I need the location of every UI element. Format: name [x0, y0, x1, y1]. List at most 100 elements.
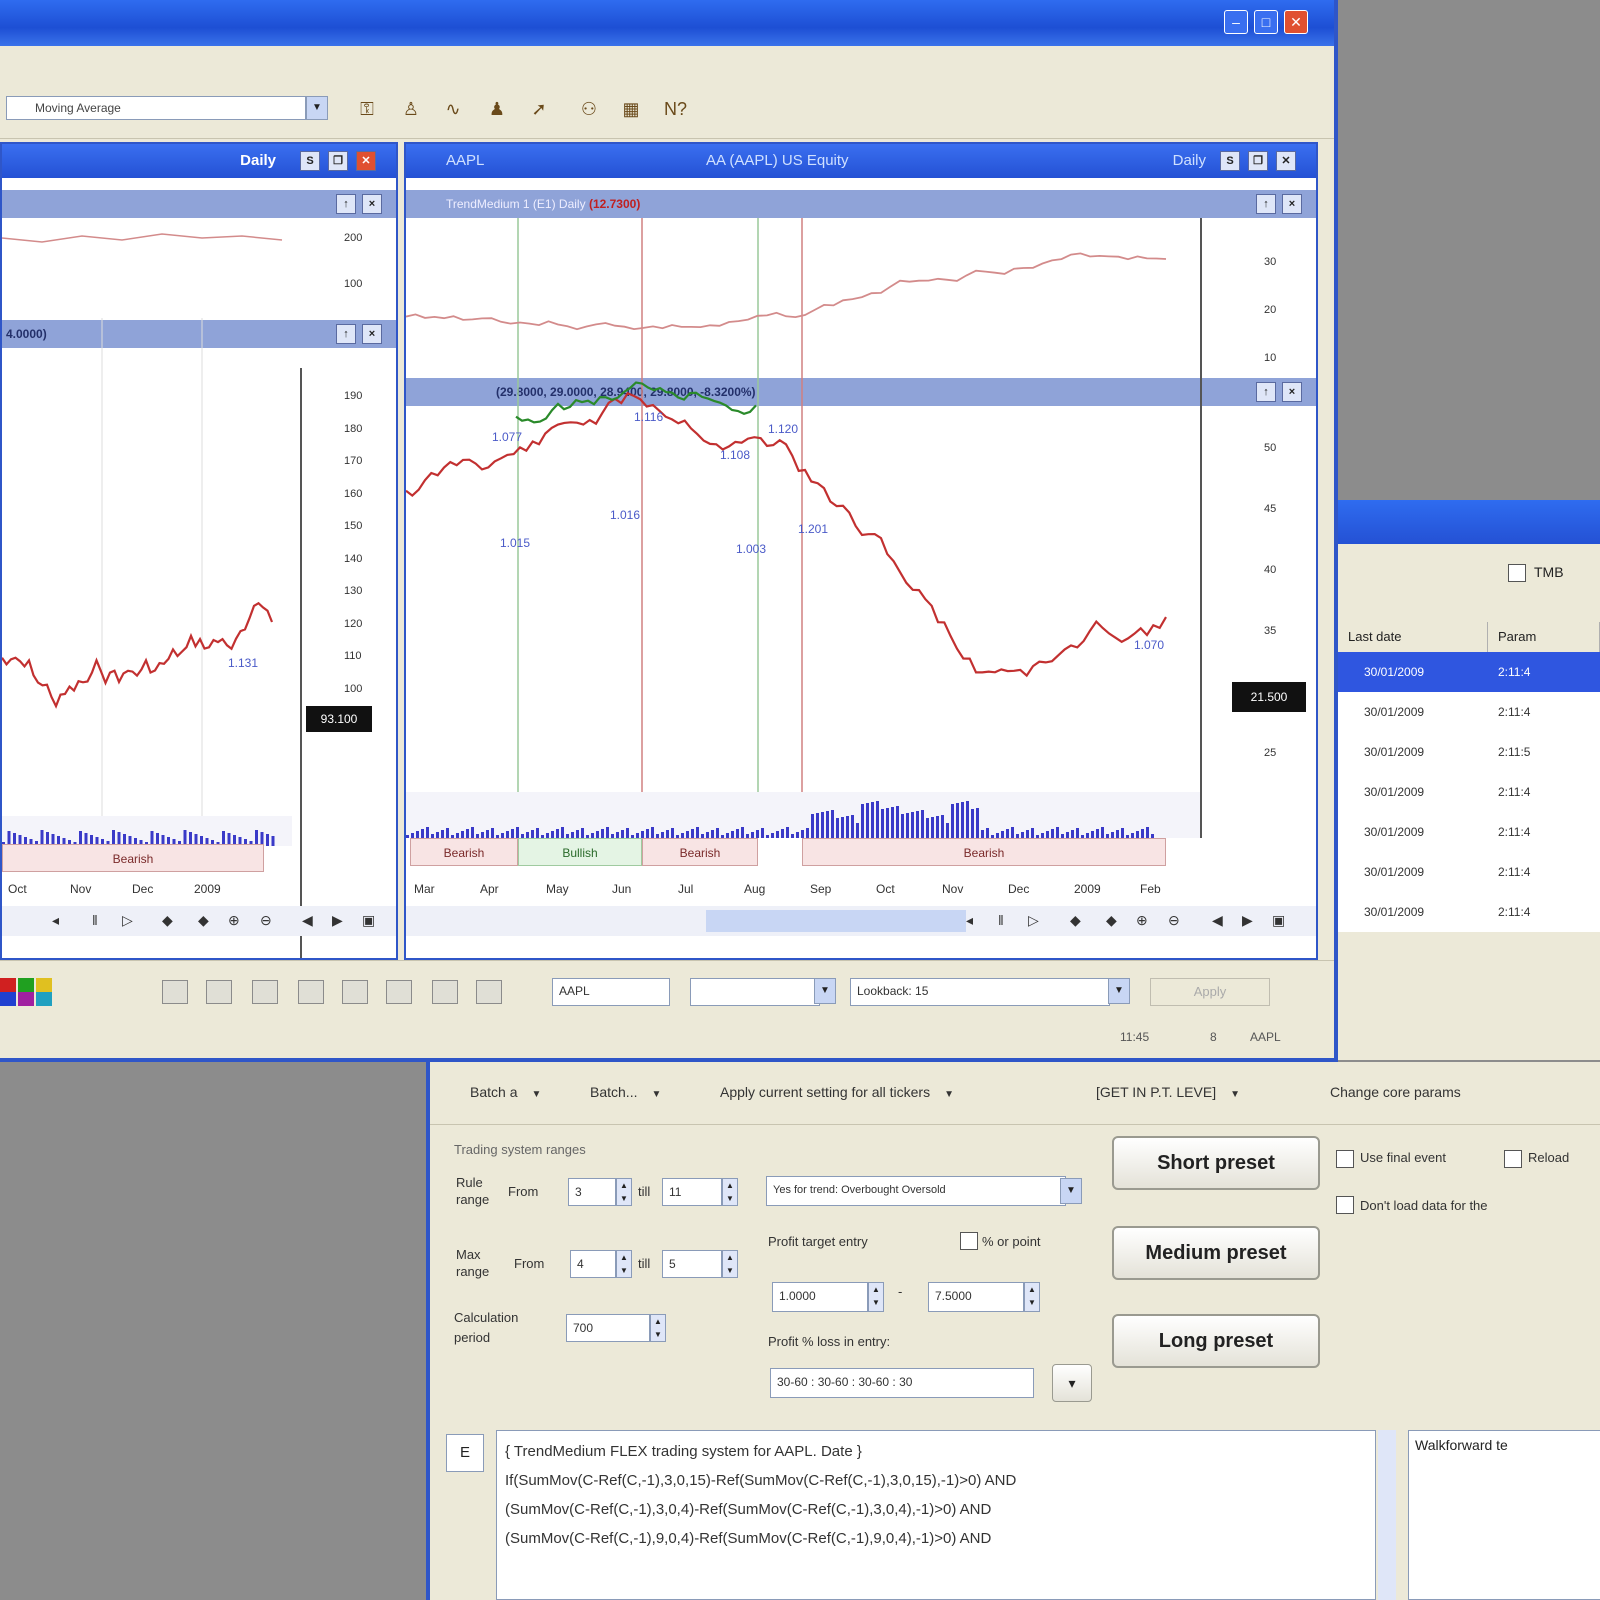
indicator-select[interactable]: Moving Average — [6, 96, 306, 120]
collapse-icon[interactable]: ↑ — [336, 194, 356, 214]
left-chart-title[interactable]: Daily S ❐ ✕ — [2, 144, 396, 178]
collapse-icon[interactable]: ↑ — [336, 324, 356, 344]
system-code-editor[interactable]: { TrendMedium FLEX trading system for AA… — [496, 1430, 1376, 1600]
table-row[interactable]: 30/01/2009 2:11:4 — [1338, 652, 1600, 692]
layout-3-icon[interactable] — [252, 980, 278, 1004]
layout-4-icon[interactable] — [298, 980, 324, 1004]
spin-icon[interactable]: ▲ ▼ — [616, 1178, 632, 1206]
final-event-checkbox[interactable] — [1336, 1150, 1354, 1168]
apply-button[interactable]: Apply — [1150, 978, 1270, 1006]
method-select[interactable]: Yes for trend: Overbought Oversold — [766, 1176, 1066, 1206]
max-till-input[interactable]: 5 — [662, 1250, 722, 1278]
nav-right-icon[interactable]: ◆ — [198, 912, 209, 929]
fit-icon[interactable]: ▣ — [1272, 912, 1285, 929]
settings-icon[interactable]: S — [1220, 151, 1240, 171]
close-icon[interactable]: ✕ — [356, 151, 376, 171]
close-icon[interactable]: × — [362, 324, 382, 344]
minimize-icon[interactable]: – — [1224, 10, 1248, 34]
timeframe-select[interactable] — [690, 978, 820, 1006]
zoom-out-icon[interactable]: ⊖ — [260, 912, 272, 929]
right-chart-title[interactable]: AAPL AA (AAPL) US Equity Daily S ❐ ✕ — [406, 144, 1316, 178]
rule-till-input[interactable]: 11 — [662, 1178, 722, 1206]
settings-icon[interactable]: S — [300, 151, 320, 171]
menu-item[interactable]: Batch a ▼ — [470, 1084, 541, 1100]
help-icon[interactable]: N? — [664, 98, 687, 120]
table-row[interactable]: 30/01/2009 2:11:4 — [1338, 772, 1600, 812]
spin-icon[interactable]: ▲ ▼ — [1024, 1282, 1040, 1312]
layout-1-icon[interactable] — [162, 980, 188, 1004]
restore-icon[interactable]: ❐ — [328, 151, 348, 171]
collapse-icon[interactable]: ↑ — [1256, 194, 1276, 214]
profit-loss-input[interactable]: 30-60 : 30-60 : 30-60 : 30 — [770, 1368, 1034, 1398]
zoom-out-icon[interactable]: ⊖ — [1168, 912, 1180, 929]
calendar-icon[interactable]: ▦ — [620, 98, 642, 120]
scroll-right-icon[interactable]: ▶ — [1242, 912, 1253, 929]
person-icon[interactable]: ♙ — [400, 98, 422, 120]
color-palette-icon[interactable] — [0, 978, 70, 1006]
tmb-checkbox[interactable] — [1508, 564, 1526, 582]
table-row[interactable]: 30/01/2009 2:11:4 — [1338, 892, 1600, 932]
window-titlebar[interactable]: – □ ✕ — [0, 0, 1334, 46]
chevron-down-icon[interactable]: ▾ — [1052, 1364, 1092, 1402]
nav-first-icon[interactable]: ◂ — [52, 912, 59, 929]
close-icon[interactable]: ✕ — [1276, 151, 1296, 171]
layout-8-icon[interactable] — [476, 980, 502, 1004]
nav-prev-icon[interactable]: ‖ — [92, 912, 98, 928]
table-row[interactable]: 30/01/2009 2:11:4 — [1338, 852, 1600, 892]
long-preset-button[interactable]: Long preset — [1112, 1314, 1320, 1368]
spin-icon[interactable]: ▲ ▼ — [616, 1250, 632, 1278]
draw-line-icon[interactable]: ∿ — [442, 98, 464, 120]
zoom-in-icon[interactable]: ⊕ — [1136, 912, 1148, 929]
layout-5-icon[interactable] — [342, 980, 368, 1004]
layout-2-icon[interactable] — [206, 980, 232, 1004]
fit-icon[interactable]: ▣ — [362, 912, 375, 929]
spin-icon[interactable]: ▲ ▼ — [722, 1250, 738, 1278]
short-preset-button[interactable]: Short preset — [1112, 1136, 1320, 1190]
close-icon[interactable]: × — [362, 194, 382, 214]
close-icon[interactable]: × — [1282, 194, 1302, 214]
nav-right-icon[interactable]: ◆ — [1106, 912, 1117, 929]
scroll-left-icon[interactable]: ◀ — [302, 912, 313, 929]
nav-first-icon[interactable]: ◂ — [966, 912, 973, 929]
profit-target-2-input[interactable]: 7.5000 — [928, 1282, 1024, 1312]
results-titlebar[interactable] — [1338, 500, 1600, 544]
restore-icon[interactable]: ❐ — [1248, 151, 1268, 171]
dont-load-checkbox[interactable] — [1336, 1196, 1354, 1214]
chevron-down-icon[interactable]: ▼ — [1108, 978, 1130, 1004]
nav-prev-icon[interactable]: ‖ — [998, 912, 1004, 928]
layout-7-icon[interactable] — [432, 980, 458, 1004]
left-price-chart[interactable] — [2, 218, 302, 818]
chart-tab[interactable]: AAPL — [446, 144, 484, 178]
per-point-checkbox[interactable] — [960, 1232, 978, 1250]
calc-period-input[interactable]: 700 — [566, 1314, 650, 1342]
nav-play-icon[interactable]: ▷ — [1028, 912, 1039, 929]
nav-left-icon[interactable]: ◆ — [162, 912, 173, 929]
menu-item[interactable]: [GET IN P.T. LEVE] ▼ — [1096, 1084, 1240, 1100]
close-icon[interactable]: × — [1282, 382, 1302, 402]
spin-icon[interactable]: ▲ ▼ — [868, 1282, 884, 1312]
binoculars-icon[interactable]: ⚇ — [578, 98, 600, 120]
table-row[interactable]: 30/01/2009 2:11:4 — [1338, 692, 1600, 732]
reload-checkbox[interactable] — [1504, 1150, 1522, 1168]
spin-icon[interactable]: ▲ ▼ — [722, 1178, 738, 1206]
column-header-param[interactable]: Param — [1488, 622, 1600, 652]
symbol-input[interactable]: AAPL — [552, 978, 670, 1006]
profit-target-1-input[interactable]: 1.0000 — [772, 1282, 868, 1312]
lock-icon[interactable]: ⚿ — [356, 98, 378, 120]
zoom-in-icon[interactable]: ⊕ — [228, 912, 240, 929]
table-row[interactable]: 30/01/2009 2:11:4 — [1338, 812, 1600, 852]
table-row[interactable]: 30/01/2009 2:11:5 — [1338, 732, 1600, 772]
column-header-last-date[interactable]: Last date — [1338, 622, 1488, 652]
nav-left-icon[interactable]: ◆ — [1070, 912, 1081, 929]
arrow-icon[interactable]: ➚ — [528, 98, 550, 120]
pawn-icon[interactable]: ♟ — [486, 98, 508, 120]
chevron-down-icon[interactable]: ▼ — [306, 96, 328, 120]
max-from-input[interactable]: 4 — [570, 1250, 616, 1278]
close-icon[interactable]: ✕ — [1284, 10, 1308, 34]
medium-preset-button[interactable]: Medium preset — [1112, 1226, 1320, 1280]
menu-item[interactable]: Change core params — [1330, 1084, 1461, 1100]
scroll-right-icon[interactable]: ▶ — [332, 912, 343, 929]
code-scrollbar[interactable] — [1378, 1430, 1396, 1600]
rule-from-input[interactable]: 3 — [568, 1178, 616, 1206]
nav-play-icon[interactable]: ▷ — [122, 912, 133, 929]
